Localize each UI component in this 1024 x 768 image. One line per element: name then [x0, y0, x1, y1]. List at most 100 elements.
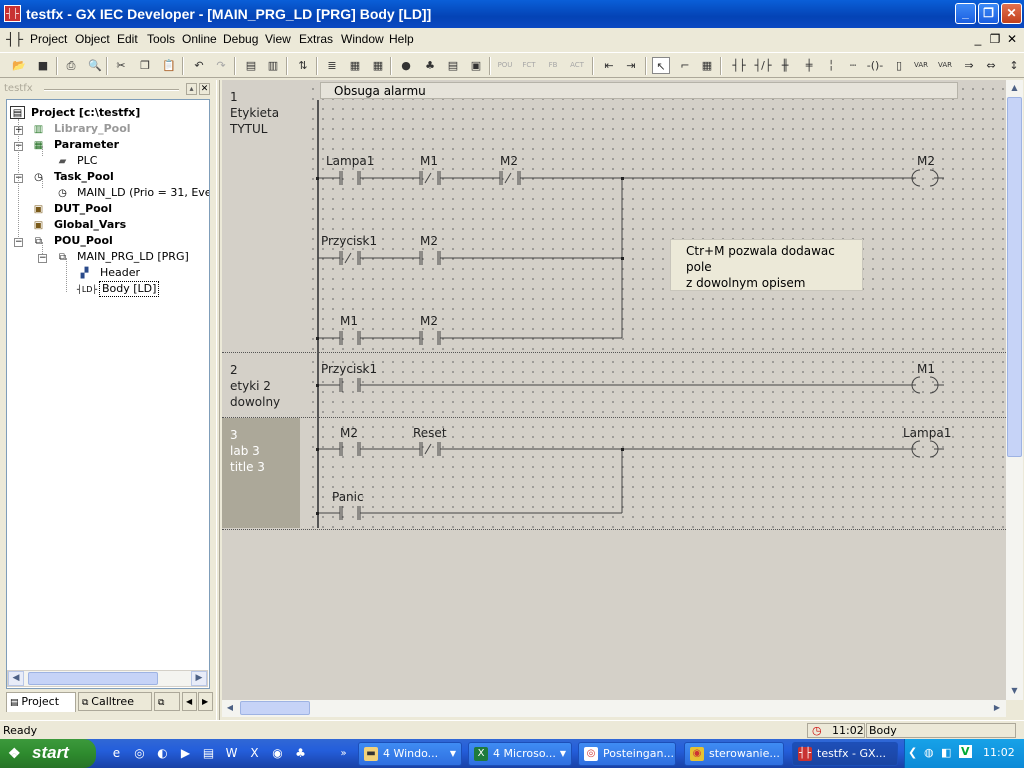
coil-label[interactable]: M2	[917, 154, 935, 168]
editor-horizontal-scrollbar[interactable]: ◀ ▶	[222, 700, 1006, 717]
tree-dut-pool[interactable]: DUT_Pool	[54, 201, 112, 217]
scroll-thumb[interactable]	[240, 701, 310, 715]
tree-plc[interactable]: PLC	[77, 153, 97, 169]
tab-scroll-right-icon[interactable]: ▶	[198, 692, 213, 711]
print-preview-icon[interactable]: 🔍	[86, 57, 104, 74]
tab-project[interactable]: ▤ Project	[6, 692, 76, 712]
quicklaunch-a-icon[interactable]: ◎	[131, 745, 148, 762]
pane-maximize-icon[interactable]: ▴	[186, 83, 197, 95]
task-sterowanie[interactable]: ◉ sterowanie...	[684, 742, 784, 766]
pou-icon[interactable]: ▤	[242, 57, 260, 74]
scroll-right-icon[interactable]: ▶	[191, 671, 207, 686]
mdi-restore-icon[interactable]: ❐	[987, 32, 1003, 48]
menu-extras[interactable]: Extras	[299, 32, 333, 46]
grid-b-icon[interactable]: ▦	[369, 57, 387, 74]
menu-object[interactable]: Object	[75, 32, 110, 46]
more-icon[interactable]: »	[335, 745, 352, 762]
scroll-right-icon[interactable]: ▶	[989, 700, 1005, 716]
scroll-left-icon[interactable]: ◀	[222, 700, 238, 716]
print-icon[interactable]: ⎙	[62, 57, 80, 74]
chrome-icon[interactable]: ◉	[269, 745, 286, 762]
contact-label[interactable]: M1	[420, 154, 438, 168]
select-pointer-icon[interactable]: ↖	[652, 57, 670, 74]
contact-label[interactable]: M2	[420, 314, 438, 328]
task-microsoft[interactable]: X 4 Microso... ▼	[468, 742, 572, 766]
contact-label[interactable]: M2	[500, 154, 518, 168]
tree-header[interactable]: Header	[100, 265, 140, 281]
tree-global-vars[interactable]: Global_Vars	[54, 217, 126, 233]
contact-label[interactable]: Przycisk1	[321, 362, 377, 376]
maximize-button[interactable]: ❐	[978, 3, 999, 24]
jump-icon[interactable]: ⇒	[960, 57, 978, 74]
network-icon[interactable]: ♣	[292, 745, 309, 762]
tab-calltree[interactable]: ⧉ Calltree	[78, 692, 152, 711]
scroll-thumb[interactable]	[1007, 97, 1022, 457]
contact-label[interactable]: M2	[340, 426, 358, 440]
vertical-icon[interactable]: ↕	[1005, 57, 1023, 74]
scroll-down-icon[interactable]: ▼	[1007, 683, 1022, 699]
tray-v-icon[interactable]: V	[959, 745, 972, 758]
menu-online[interactable]: Online	[182, 32, 217, 46]
coil-label[interactable]: Lampa1	[903, 426, 951, 440]
menu-edit[interactable]: Edit	[117, 32, 138, 46]
save-icon[interactable]: ■	[34, 57, 52, 74]
menu-window[interactable]: Window	[341, 32, 384, 46]
pane-close-icon[interactable]: ✕	[199, 83, 210, 95]
tree-main-ld[interactable]: MAIN_LD (Prio = 31, Event	[77, 185, 209, 201]
coil-icon[interactable]: -()-	[866, 57, 884, 74]
copy-icon[interactable]: ❐	[136, 57, 154, 74]
menu-help[interactable]: Help	[389, 32, 414, 46]
scroll-up-icon[interactable]: ▲	[1007, 80, 1022, 96]
box-icon[interactable]: ▦	[698, 57, 716, 74]
menu-view[interactable]: View	[265, 32, 291, 46]
contact-label[interactable]: Lampa1	[326, 154, 374, 168]
ladder-editor[interactable]: 1 Etykieta TYTUL 2 etyki 2 dowolny 3 lab…	[222, 80, 1006, 700]
nc-contact-icon[interactable]: ┤/├	[754, 57, 772, 74]
task-windows[interactable]: ▬ 4 Windo... ▼	[358, 742, 462, 766]
minimize-button[interactable]: _	[955, 3, 976, 24]
var-input-icon[interactable]: VAR	[912, 57, 930, 74]
tree-library-pool[interactable]: Library_Pool	[54, 121, 131, 137]
stack-icon[interactable]: ≣	[323, 57, 341, 74]
tree-parameter[interactable]: Parameter	[54, 137, 119, 153]
coil-label[interactable]: M1	[917, 362, 935, 376]
insert-before-icon[interactable]: ⇤	[600, 57, 618, 74]
scroll-left-icon[interactable]: ◀	[8, 671, 24, 686]
tree-pou-pool[interactable]: POU_Pool	[54, 233, 113, 249]
media-icon[interactable]: ▶	[177, 745, 194, 762]
task-posteingang[interactable]: ◎ Posteingan...	[578, 742, 676, 766]
parallel-contact-icon[interactable]: ╫	[776, 57, 794, 74]
contact-label[interactable]: Reset	[413, 426, 447, 440]
excel-icon[interactable]: X	[246, 745, 263, 762]
tree-root[interactable]: Project [c:\testfx]	[31, 105, 140, 121]
grid-a-icon[interactable]: ▦	[346, 57, 364, 74]
mdi-close-icon[interactable]: ✕	[1004, 32, 1020, 48]
tab-more[interactable]: ⧉	[154, 692, 180, 711]
insert-after-icon[interactable]: ⇥	[622, 57, 640, 74]
calc-icon[interactable]: ▤	[200, 745, 217, 762]
tree-task-pool[interactable]: Task_Pool	[54, 169, 114, 185]
tree-body-selected[interactable]: Body [LD]	[99, 281, 160, 297]
tree-main-prg[interactable]: MAIN_PRG_LD [PRG]	[77, 249, 189, 265]
pane-splitter[interactable]	[216, 80, 220, 720]
return-icon[interactable]: ⇔	[982, 57, 1000, 74]
close-button[interactable]: ✕	[1001, 3, 1022, 24]
cut-icon[interactable]: ✂	[112, 57, 130, 74]
menu-debug[interactable]: Debug	[223, 32, 258, 46]
menu-project[interactable]: Project	[30, 32, 67, 46]
collapse-icon[interactable]: −	[14, 238, 23, 247]
contact-label[interactable]: Panic	[332, 490, 364, 504]
ie-icon[interactable]: e	[108, 745, 125, 762]
comment-box[interactable]: Ctr+M pozwala dodawac pole z dowolnym op…	[670, 239, 863, 291]
coil-line-icon[interactable]: ┄	[844, 57, 862, 74]
word-icon[interactable]: W	[223, 745, 240, 762]
tray-arrow-icon[interactable]: ❮	[908, 746, 917, 759]
online-b-icon[interactable]: ▣	[467, 57, 485, 74]
task-gx-iec[interactable]: ┤├ testfx - GX...	[792, 742, 898, 766]
contact-label[interactable]: M1	[340, 314, 358, 328]
line-icon[interactable]: ⌐	[676, 57, 694, 74]
contact-icon[interactable]: ┤├	[730, 57, 748, 74]
contact-label[interactable]: M2	[420, 234, 438, 248]
paste-icon[interactable]: 📋	[160, 57, 178, 74]
compile-icon[interactable]: ●	[397, 57, 415, 74]
